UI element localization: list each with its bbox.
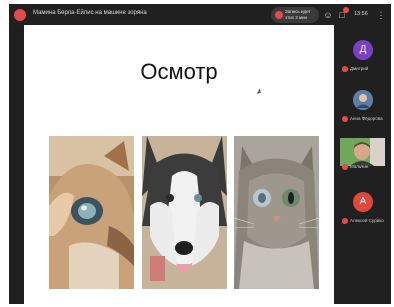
people-icon[interactable]: ☺ [322,9,334,21]
participant-tile[interactable]: Анна Фёдорова [340,84,385,128]
more-icon[interactable]: ⋮ [375,9,387,21]
slide-title: Осмотр [140,59,218,84]
photo-husky-dog [142,136,227,289]
record-dot-icon [275,11,283,19]
top-bar: Мамина Берла-Ейлис на машине зоряна Запи… [9,4,391,26]
meeting-title: Мамина Берла-Ейлис на машине зоряна [33,10,147,16]
mic-muted-icon [342,116,348,122]
photo-cat-eye [49,136,134,289]
avatar: Д [353,40,373,60]
avatar: А [353,192,373,212]
participant-tile[interactable]: А Алексей Суриков [340,186,385,230]
photo-gray-cat [234,136,319,289]
participant-name: Дмитрий [350,66,369,71]
conference-logo-icon [14,9,26,21]
avatar [353,90,373,110]
participant-tile[interactable]: Мальчин [340,132,385,176]
mic-muted-icon [342,66,348,72]
participant-video [340,138,385,166]
participants-panel: Д Дмитрий Анна Фёдорова Мальчин А Алексе… [334,26,391,304]
participant-tile[interactable]: Д Дмитрий [340,34,385,78]
shared-slide: Осмотр [24,25,334,304]
mic-muted-icon [342,164,348,170]
participant-name: Мальчин [350,164,369,169]
participant-name: Алексей Суриков [350,218,384,223]
participant-name: Анна Фёдорова [350,116,383,121]
recording-label: Запись идет этих 3 мин [285,9,311,20]
notification-badge [343,7,349,13]
video-conference-window: Мамина Берла-Ейлис на машине зоряна Запи… [9,4,391,304]
recording-indicator[interactable]: Запись идет этих 3 мин [271,7,319,23]
mic-muted-icon [342,218,348,224]
clock-time: 13:56 [354,11,368,17]
mouse-cursor-icon [256,88,263,96]
